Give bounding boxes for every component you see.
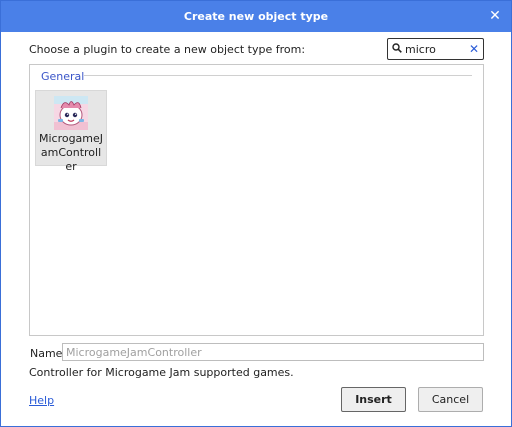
name-field[interactable] (62, 343, 484, 361)
search-icon (392, 43, 402, 53)
plugin-tile-microgamejamcontroller[interactable]: MicrogameJamController (35, 90, 107, 173)
plugin-prompt: Choose a plugin to create a new object t… (29, 43, 306, 56)
group-label-general: General (41, 70, 85, 83)
plugin-list[interactable]: General MicrogameJamController (29, 64, 484, 336)
insert-button[interactable]: Insert (341, 387, 406, 412)
dialog-title: Create new object type (183, 10, 329, 23)
clear-search-icon[interactable]: ✕ (468, 41, 480, 57)
search-input[interactable] (405, 41, 463, 57)
dialog-titlebar: Create new object type ✕ (1, 1, 511, 32)
close-icon[interactable]: ✕ (487, 7, 503, 25)
help-link[interactable]: Help (29, 394, 54, 407)
plugin-mascot-icon (54, 96, 88, 130)
cancel-button[interactable]: Cancel (418, 387, 483, 412)
create-object-type-dialog: Create new object type ✕ Choose a plugin… (0, 0, 512, 427)
name-label: Name (30, 347, 63, 360)
group-divider (84, 75, 472, 76)
plugin-tile-label: MicrogameJamController (38, 132, 104, 173)
search-box[interactable]: ✕ (387, 38, 484, 60)
plugin-description: Controller for Microgame Jam supported g… (29, 366, 294, 379)
